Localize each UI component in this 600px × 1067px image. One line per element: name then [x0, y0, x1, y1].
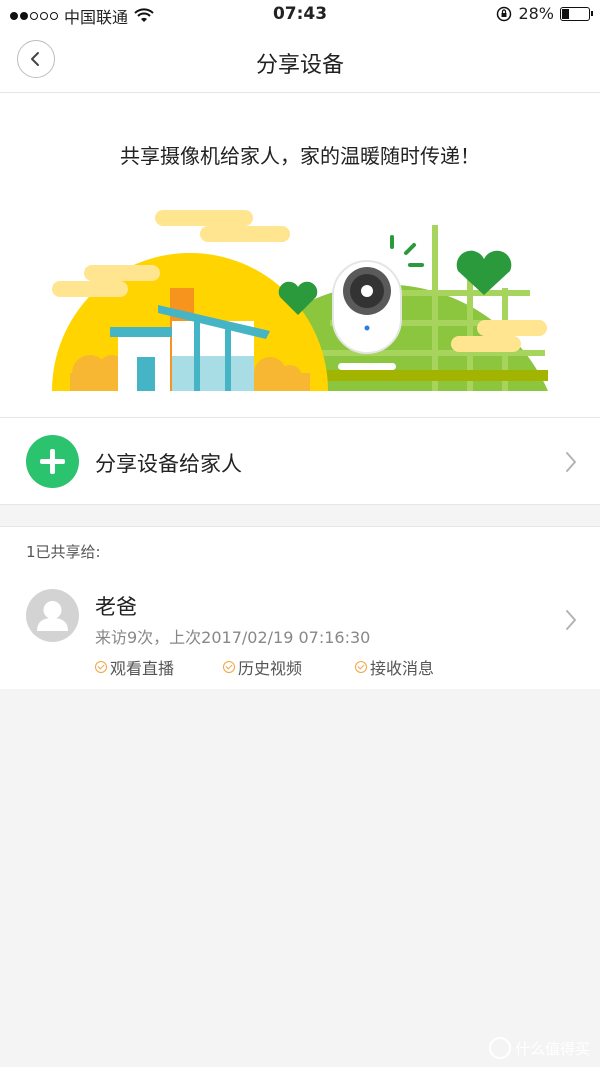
person-icon	[37, 601, 68, 631]
permission-live: 观看直播	[95, 655, 174, 679]
avatar	[26, 589, 79, 642]
battery-percent: 28%	[518, 4, 554, 23]
nav-bar: 分享设备	[0, 30, 600, 93]
page-title: 分享设备	[255, 53, 344, 78]
shared-count-label: 1已共享给:	[26, 543, 101, 561]
battery-fill	[562, 8, 569, 19]
watermark-logo-icon	[488, 1037, 511, 1059]
list-item[interactable]: 老爸 来访9次，上次2017/02/19 07:16:30 观看直播 历史视频 …	[0, 575, 600, 689]
chevron-right-icon	[566, 610, 576, 630]
share-device-label: 分享设备给家人	[95, 452, 242, 476]
share-device-row[interactable]: 分享设备给家人	[0, 418, 600, 505]
user-name: 老爸	[95, 595, 137, 619]
chevron-right-icon	[566, 452, 576, 472]
watermark-text: 什么值得买	[514, 1039, 590, 1058]
check-circle-icon	[355, 661, 367, 673]
orientation-lock-icon	[497, 6, 512, 21]
hero-section: 共享摄像机给家人，家的温暖随时传递！	[0, 93, 600, 418]
shared-section-header: 1已共享给:	[0, 526, 600, 576]
check-circle-icon	[223, 661, 235, 673]
permission-label: 接收消息	[370, 659, 435, 678]
watermark: 什么值得买	[488, 1037, 590, 1059]
status-bar: 中国联通 07:43 28%	[0, 0, 600, 30]
status-right: 28%	[496, 4, 593, 23]
permission-messages: 接收消息	[355, 655, 434, 679]
permission-label: 观看直播	[110, 659, 175, 678]
family-home-illustration	[52, 210, 548, 391]
check-circle-icon	[95, 661, 107, 673]
user-visit-info: 来访9次，上次2017/02/19 07:16:30	[95, 628, 371, 647]
battery-icon	[560, 6, 593, 21]
plus-icon	[26, 435, 79, 488]
permission-label: 历史视频	[238, 659, 303, 678]
permission-history: 历史视频	[223, 655, 302, 679]
hero-tagline: 共享摄像机给家人，家的温暖随时传递！	[120, 144, 480, 168]
